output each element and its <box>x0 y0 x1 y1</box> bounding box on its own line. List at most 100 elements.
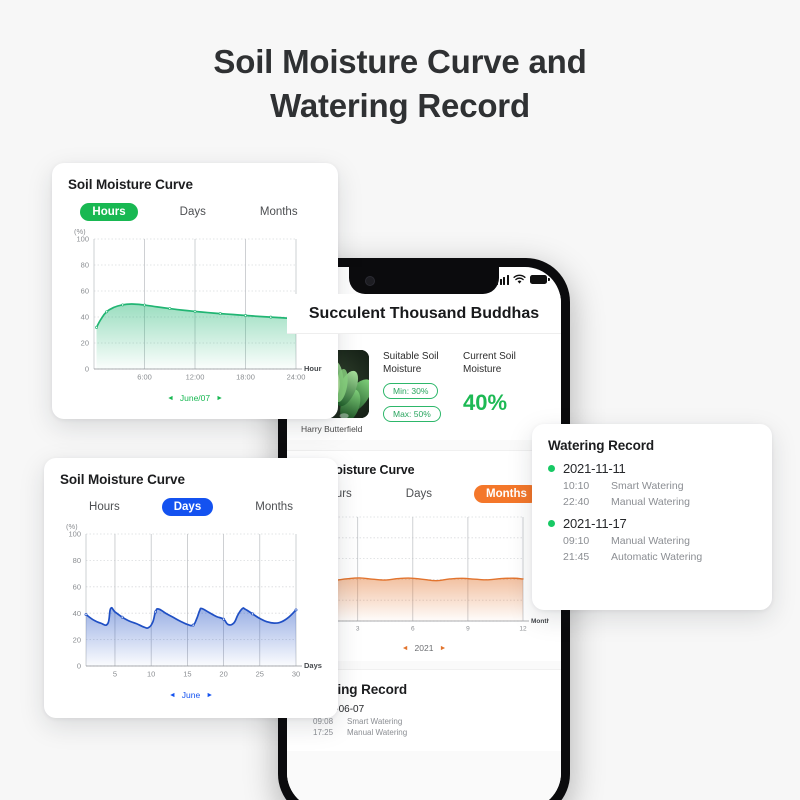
record-group: 2021-11-11 10:10 Smart Watering 22:40 Ma… <box>548 461 756 508</box>
plant-owner-name: Harry Butterfield <box>301 424 363 434</box>
suitable-moisture-label: Suitable Soil Moisture <box>383 351 439 375</box>
hours-prev-arrow-icon[interactable]: ◄ <box>167 395 174 402</box>
svg-text:6:00: 6:00 <box>137 373 152 382</box>
page-title: Soil Moisture Curve and Watering Record <box>0 40 800 128</box>
days-prev-arrow-icon[interactable]: ◄ <box>169 692 176 699</box>
months-next-arrow-icon[interactable]: ► <box>439 645 446 652</box>
record-entry: 10:10 Smart Watering <box>548 480 756 492</box>
svg-text:Months: Months <box>531 618 549 625</box>
days-next-arrow-icon[interactable]: ► <box>206 692 213 699</box>
svg-text:100: 100 <box>76 235 89 244</box>
tab-hours[interactable]: Hours <box>80 203 138 221</box>
svg-text:24:00: 24:00 <box>287 373 306 382</box>
tab-months[interactable]: Months <box>474 485 539 503</box>
front-camera-icon <box>365 276 375 286</box>
record-entry-time: 21:45 <box>563 551 590 563</box>
svg-text:40: 40 <box>81 313 89 322</box>
record-entry-type: Automatic Watering <box>611 551 703 563</box>
card-days-tabs: Hours Days Months <box>60 498 322 516</box>
tab-days[interactable]: Days <box>168 203 218 221</box>
record-date-label: 2021-11-17 <box>563 516 627 531</box>
record-entry-type: Manual Watering <box>611 535 690 547</box>
svg-text:20: 20 <box>81 339 89 348</box>
hours-next-arrow-icon[interactable]: ► <box>216 395 223 402</box>
svg-text:40: 40 <box>73 609 81 618</box>
record-dot-icon <box>548 520 555 527</box>
svg-text:6: 6 <box>411 626 415 633</box>
wifi-icon <box>513 274 526 284</box>
record-entry-type: Manual Watering <box>347 728 408 737</box>
svg-text:0: 0 <box>85 365 89 374</box>
svg-text:12:00: 12:00 <box>186 373 205 382</box>
hours-chart-svg: (%)0204060801006:0012:0018:0024:00Hours <box>74 229 322 382</box>
svg-text:15: 15 <box>183 670 191 679</box>
max-moisture-badge: Max: 50% <box>383 406 441 422</box>
status-bar <box>496 274 550 285</box>
record-entry-time: 22:40 <box>563 496 590 508</box>
record-group: 2021-11-17 09:10 Manual Watering 21:45 A… <box>548 516 756 563</box>
svg-text:60: 60 <box>81 287 89 296</box>
svg-text:60: 60 <box>73 583 81 592</box>
record-entry-time: 10:10 <box>563 480 590 492</box>
phone-notch <box>349 267 499 294</box>
hours-period-nav[interactable]: ◄ June/07 ► <box>68 393 322 403</box>
min-moisture-badge: Min: 30% <box>383 383 439 399</box>
hours-period-label: June/07 <box>179 393 211 403</box>
record-entry-time: 09:08 <box>313 717 334 726</box>
svg-text:12: 12 <box>519 626 527 633</box>
svg-text:5: 5 <box>113 670 117 679</box>
record-entry: 09:10 Manual Watering <box>548 535 756 547</box>
card-hours-tabs: Hours Days Months <box>68 203 322 221</box>
svg-text:80: 80 <box>81 261 89 270</box>
svg-text:20: 20 <box>73 635 81 644</box>
tab-days[interactable]: Days <box>161 498 214 516</box>
card-days-title: Soil Moisture Curve <box>60 472 185 487</box>
svg-text:25: 25 <box>256 670 264 679</box>
soil-moisture-card-hours: Soil Moisture Curve Hours Days Months (%… <box>52 163 338 419</box>
months-period-label: 2021 <box>414 643 434 653</box>
months-prev-arrow-icon[interactable]: ◄ <box>402 645 409 652</box>
days-chart-svg: (%)0204060801005 10 15 20 25 30Days <box>66 524 322 679</box>
card-hours-title: Soil Moisture Curve <box>68 177 193 192</box>
svg-text:0: 0 <box>77 662 81 671</box>
page-title-line-2: Watering Record <box>270 87 530 124</box>
record-date: 2021-11-11 <box>548 461 756 476</box>
days-chart: (%) 0 20 40 60 80 100 5 10 15 20 25 30 Days <box>60 524 322 688</box>
record-entry-time: 17:25 <box>313 728 334 737</box>
hours-chart: (%)0204060801006:0012:0018:0024:00Hours <box>68 229 322 391</box>
record-entry: 22:40 Manual Watering <box>548 496 756 508</box>
svg-text:18:00: 18:00 <box>236 373 255 382</box>
svg-text:10: 10 <box>147 670 155 679</box>
svg-text:Hours: Hours <box>304 364 322 373</box>
page-root: Soil Moisture Curve and Watering Record … <box>0 0 800 800</box>
page-title-line-1: Soil Moisture Curve and <box>213 43 587 80</box>
record-entry-time: 09:10 <box>563 535 590 547</box>
svg-text:80: 80 <box>73 556 81 565</box>
soil-moisture-card-days: Soil Moisture Curve Hours Days Months (%… <box>44 458 338 718</box>
svg-text:20: 20 <box>219 670 227 679</box>
watering-record-card: Watering Record 2021-11-11 10:10 Smart W… <box>532 424 772 610</box>
svg-text:30: 30 <box>292 670 300 679</box>
battery-icon <box>530 275 550 284</box>
record-dot-icon <box>548 465 555 472</box>
tab-months[interactable]: Months <box>248 203 310 221</box>
suitable-moisture-block: Suitable Soil Moisture Min: 30% Max: 50% <box>383 350 449 434</box>
tab-hours[interactable]: Hours <box>77 498 132 516</box>
svg-text:100: 100 <box>68 530 81 539</box>
record-entry: 17:25 Manual Watering <box>301 728 547 737</box>
record-entry: 09:08 Smart Watering <box>301 717 547 726</box>
days-period-nav[interactable]: ◄ June ► <box>60 690 322 700</box>
svg-text:9: 9 <box>466 626 470 633</box>
svg-text:3: 3 <box>356 626 360 633</box>
record-entry-type: Manual Watering <box>611 496 690 508</box>
tab-days[interactable]: Days <box>394 485 444 503</box>
record-entry: 21:45 Automatic Watering <box>548 551 756 563</box>
app-header-title: Succulent Thousand Buddhas <box>287 294 561 334</box>
record-date: 2021-11-17 <box>548 516 756 531</box>
tab-months[interactable]: Months <box>243 498 305 516</box>
record-entry-type: Smart Watering <box>347 717 403 726</box>
record-date-label: 2021-11-11 <box>563 461 626 476</box>
current-moisture-block: Current Soil Moisture 40% <box>463 350 547 434</box>
signal-bars-icon <box>496 275 509 285</box>
phone-record-group: 2021-06-07 09:08 Smart Watering 17:25 Ma… <box>301 704 547 737</box>
